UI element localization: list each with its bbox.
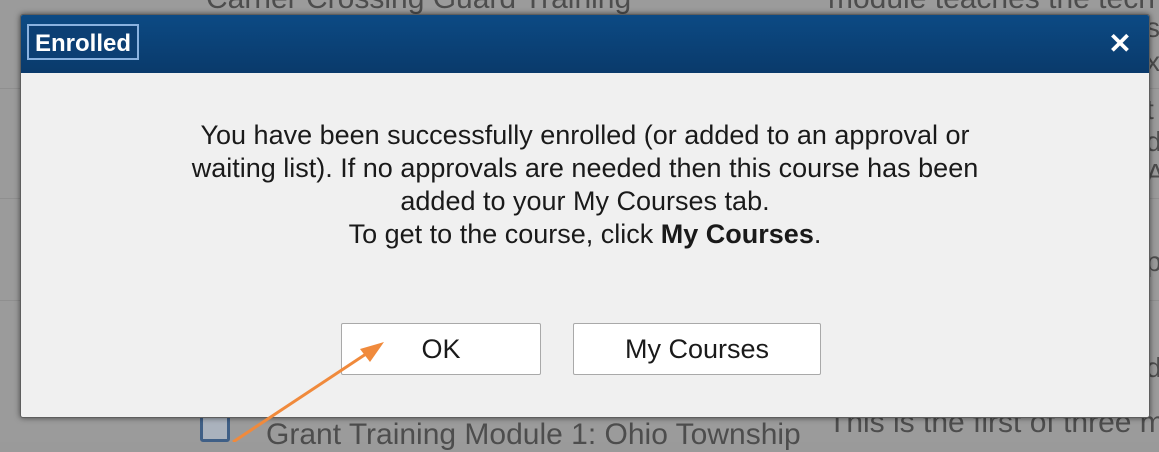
- enrolled-dialog: Enrolled ✕ You have been successfully en…: [20, 14, 1150, 418]
- background-course-title: Grant Training Module 1: Ohio Township: [266, 418, 801, 451]
- message-line: added to your My Courses tab.: [400, 186, 770, 216]
- message-line: waiting list). If no approvals are neede…: [191, 153, 979, 183]
- dialog-titlebar: Enrolled ✕: [21, 15, 1149, 73]
- message-my-courses-emphasis: My Courses: [660, 219, 814, 249]
- my-courses-button[interactable]: My Courses: [573, 323, 821, 375]
- message-prefix: To get to the course, click: [348, 219, 661, 249]
- close-icon[interactable]: ✕: [1107, 29, 1133, 59]
- message-suffix: .: [813, 219, 822, 249]
- message-line: To get to the course, click My Courses.: [91, 218, 1079, 251]
- dialog-message: You have been successfully enrolled (or …: [91, 119, 1079, 251]
- dialog-title: Enrolled: [27, 24, 140, 60]
- message-line: You have been successfully enrolled (or …: [200, 120, 970, 150]
- ok-button[interactable]: OK: [341, 323, 541, 375]
